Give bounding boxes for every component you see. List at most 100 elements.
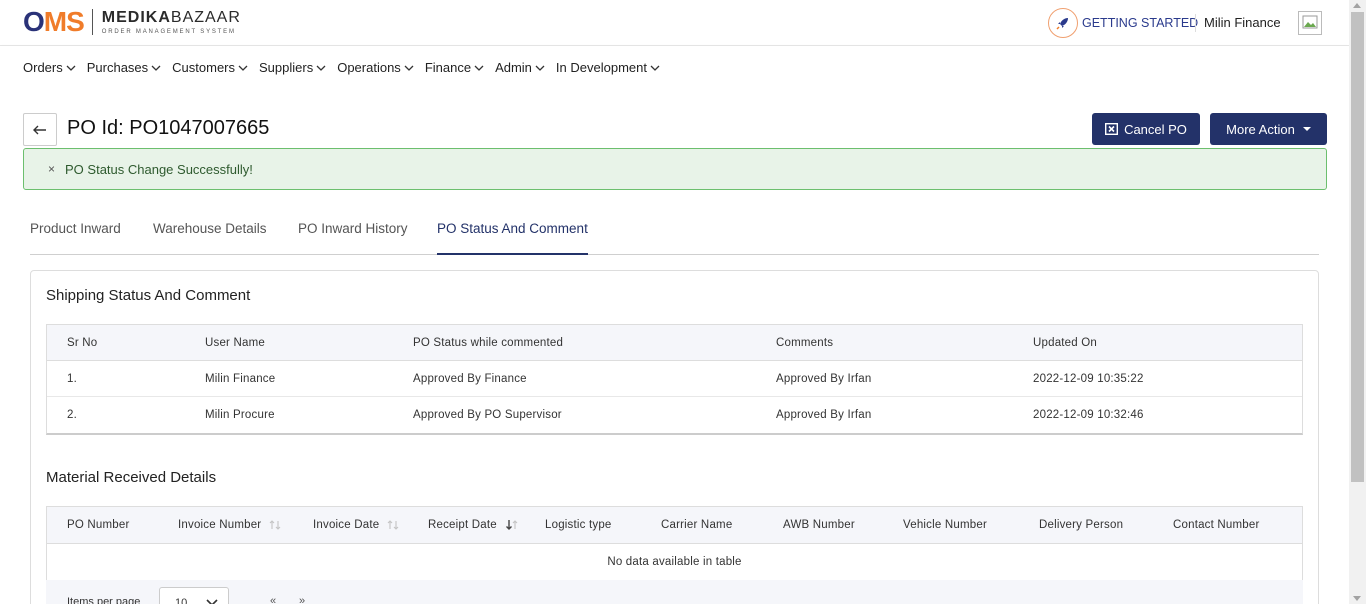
table-cell: 2022-12-09 10:35:22 [1033,372,1144,385]
scroll-up-arrow-icon[interactable] [1353,3,1361,8]
nav-suppliers[interactable]: Suppliers [259,60,326,75]
chevron-down-icon [206,599,218,604]
material-section-title: Material Received Details [46,469,217,486]
column-header-invoice-date[interactable]: Invoice Date [313,507,399,543]
nav-admin[interactable]: Admin [495,60,545,75]
nav-label: Purchases [86,60,149,75]
nav-label: Finance [424,60,472,75]
caret-down-icon [1302,127,1311,131]
getting-started-link[interactable]: GETTING STARTED [1048,8,1198,38]
shipping-status-table: Sr No User Name PO Status while commente… [46,324,1303,435]
tab-warehouse-details[interactable]: Warehouse Details [153,221,267,255]
column-header[interactable]: AWB Number [783,507,855,543]
nav-purchases[interactable]: Purchases [87,60,161,75]
scroll-down-arrow-icon[interactable] [1353,596,1361,601]
column-header-invoice-number[interactable]: Invoice Number [178,507,281,543]
top-header: OMS MEDIKABAZAAR ORDER MANAGEMENT SYSTEM… [0,0,1349,46]
items-per-page-value: 10 [175,597,188,604]
column-header[interactable]: Logistic type [545,507,612,543]
column-header: User Name [205,336,265,349]
page-scrollbar[interactable] [1349,0,1366,604]
column-header[interactable]: Contact Number [1173,507,1260,543]
chevron-down-icon [316,65,326,71]
user-name[interactable]: Milin Finance [1204,15,1281,30]
column-header: Comments [776,336,834,349]
close-icon[interactable]: × [48,162,55,176]
logo-ms: MS [43,6,85,37]
paginator: Items per page 10 « » [46,580,1303,604]
nav-customers[interactable]: Customers [172,60,248,75]
brand-subtitle: ORDER MANAGEMENT SYSTEM [101,28,236,35]
sort-icon[interactable] [387,519,399,531]
column-header-receipt-date[interactable]: Receipt Date [428,507,519,543]
logo-o: O [23,6,45,37]
table-cell: 2022-12-09 10:32:46 [1033,409,1144,421]
nav-label: Customers [172,60,236,75]
nav-label: Admin [495,60,532,75]
table-cell: Milin Procure [205,409,275,421]
column-header-label: Invoice Date [313,519,380,531]
table-header: Sr No User Name PO Status while commente… [47,325,1302,361]
nav-finance[interactable]: Finance [425,60,484,75]
column-header: Sr No [67,336,98,349]
cancel-po-label: Cancel PO [1124,121,1187,137]
table-cell: Milin Finance [205,372,276,385]
nav-orders[interactable]: Orders [23,60,76,75]
brand-thin: BAZAAR [170,8,241,26]
table-cell: Approved By Irfan [776,409,872,421]
tab-po-status-and-comment[interactable]: PO Status And Comment [437,221,588,255]
chevron-down-icon [535,65,545,71]
success-alert: × PO Status Change Successfully! [23,148,1327,190]
cancel-po-button[interactable]: Cancel PO [1092,113,1200,145]
previous-page-button[interactable]: « [270,595,276,604]
chevron-down-icon [238,65,248,71]
more-action-label: More Action [1226,121,1295,137]
column-header[interactable]: Delivery Person [1039,507,1123,543]
table-cell: Approved By Finance [413,372,527,385]
header-divider [1195,14,1196,32]
column-header[interactable]: Carrier Name [661,507,732,543]
column-header[interactable]: PO Number [67,507,130,543]
nav-label: Suppliers [259,60,314,75]
nav-label: In Development [555,60,647,75]
items-per-page-label: Items per page [67,596,141,604]
logo-divider [91,9,93,35]
table-row: 1. Milin Finance Approved By Finance App… [47,361,1302,397]
empty-table-message: No data available in table [607,556,742,568]
user-avatar[interactable] [1298,11,1322,35]
tab-product-inward[interactable]: Product Inward [30,221,121,255]
table-cell: Approved By Irfan [776,372,872,385]
items-per-page-select[interactable]: 10 [159,587,229,604]
brand-bold: MEDIKA [101,8,171,26]
material-received-table: PO Number Invoice Number Invoice Date Re… [46,506,1303,582]
table-header: PO Number Invoice Number Invoice Date Re… [47,507,1302,544]
getting-started-label: GETTING STARTED [1082,16,1199,30]
nav-in-development[interactable]: In Development [556,60,660,75]
more-action-button[interactable]: More Action [1210,113,1327,145]
scrollbar-thumb[interactable] [1351,12,1364,482]
tab-bar: Product Inward Warehouse Details PO Inwa… [30,212,1319,255]
column-header-label: Invoice Number [178,519,262,531]
back-button[interactable] [23,113,57,146]
tab-po-inward-history[interactable]: PO Inward History [298,221,408,255]
sort-icon[interactable] [269,519,281,531]
brand-name: MEDIKABAZAAR ORDER MANAGEMENT SYSTEM [101,8,241,35]
next-page-button[interactable]: » [299,595,305,604]
nav-operations[interactable]: Operations [337,60,414,75]
nav-label: Orders [23,60,63,75]
column-header: PO Status while commented [413,336,564,349]
main-nav: Orders Purchases Customers Suppliers Ope… [0,46,1349,89]
rocket-icon [1048,8,1078,38]
column-header[interactable]: Vehicle Number [903,507,987,543]
arrow-left-icon [33,125,46,134]
table-row: 2. Milin Procure Approved By PO Supervis… [47,397,1302,433]
logo-oms-text: OMS [23,6,85,37]
table-cell: Approved By PO Supervisor [413,409,562,421]
table-cell: 1. [67,372,77,385]
nav-label: Operations [337,60,401,75]
oms-logo[interactable]: OMS MEDIKABAZAAR ORDER MANAGEMENT SYSTEM [23,7,241,37]
chevron-down-icon [151,65,161,71]
chevron-down-icon [404,65,414,71]
sort-desc-icon[interactable] [505,519,519,531]
column-header-label: Receipt Date [428,519,497,531]
